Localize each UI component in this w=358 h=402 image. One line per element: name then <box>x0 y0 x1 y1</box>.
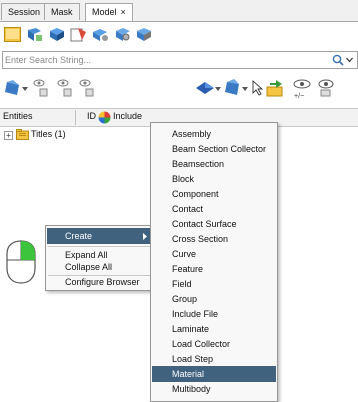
folder-icon[interactable] <box>4 27 21 42</box>
column-separator <box>75 110 76 125</box>
submenu-item-field[interactable]: Field <box>152 276 276 292</box>
submenu-item-feature[interactable]: Feature <box>152 261 276 277</box>
tree-item-titles[interactable]: + Titles (1) <box>4 128 154 142</box>
menu-item-expand-all[interactable]: Expand All <box>47 249 152 261</box>
create-submenu: Assembly Beam Section Collector Beamsect… <box>150 122 278 402</box>
show-hide-plus-minus-icon[interactable]: +/− <box>292 78 312 100</box>
view-icon[interactable] <box>317 78 335 98</box>
tab-session-label: Session <box>8 7 41 17</box>
submenu-item-curve[interactable]: Curve <box>152 246 276 262</box>
submenu-item-assembly[interactable]: Assembly <box>152 126 276 142</box>
close-icon[interactable]: × <box>121 7 126 17</box>
display-mode-icon[interactable] <box>224 79 241 96</box>
column-include[interactable]: Include <box>113 111 142 121</box>
mouse-hint-icon <box>6 240 36 284</box>
color-dropdown-icon[interactable] <box>215 87 221 92</box>
context-menu: Create Expand All Collapse All Configure… <box>45 225 154 291</box>
menu-item-create-label: Create <box>65 231 93 241</box>
submenu-item-multibody[interactable]: Multibody <box>152 381 276 397</box>
isolate-icon[interactable] <box>4 80 21 96</box>
search-bar <box>2 51 358 69</box>
expand-icon[interactable]: + <box>4 131 13 140</box>
column-entities[interactable]: Entities <box>3 111 33 121</box>
tab-bar: Session Mask Model × <box>0 0 358 22</box>
svg-text:+/−: +/− <box>294 93 304 100</box>
submenu-item-material[interactable]: Material <box>152 366 276 382</box>
component-view-icon[interactable] <box>26 27 43 42</box>
hide-icon[interactable] <box>57 78 73 98</box>
menu-separator <box>48 246 151 247</box>
submenu-item-contact[interactable]: Contact <box>152 201 276 217</box>
tab-mask-label: Mask <box>51 7 73 17</box>
submenu-arrow-icon <box>143 233 147 240</box>
search-icon[interactable] <box>332 54 344 66</box>
titles-folder-icon <box>16 129 29 140</box>
search-input[interactable] <box>5 53 305 67</box>
browser-toolbar <box>0 22 358 48</box>
submenu-item-group[interactable]: Group <box>152 291 276 307</box>
show-icon[interactable] <box>33 78 49 98</box>
assembly-view-icon[interactable] <box>48 27 65 42</box>
submenu-item-block[interactable]: Block <box>152 171 276 187</box>
display-dropdown-icon[interactable] <box>242 87 248 92</box>
solver-view-icon[interactable] <box>92 27 109 42</box>
entity-view-icon[interactable] <box>135 27 152 42</box>
export-icon[interactable] <box>266 79 286 97</box>
tab-mask[interactable]: Mask <box>44 3 80 20</box>
submenu-item-load-step[interactable]: Load Step <box>152 351 276 367</box>
reverse-icon[interactable] <box>79 78 95 98</box>
filter-toolbar: +/− <box>0 72 358 104</box>
submenu-item-laminate[interactable]: Laminate <box>152 321 276 337</box>
tree-item-label: Titles (1) <box>31 129 66 139</box>
submenu-item-cross-section[interactable]: Cross Section <box>152 231 276 247</box>
tab-model-label: Model <box>92 7 117 17</box>
parts-view-icon[interactable] <box>114 27 131 42</box>
cursor-icon[interactable] <box>252 80 264 96</box>
include-view-icon[interactable] <box>70 27 87 42</box>
dropdown-arrow-icon[interactable] <box>22 87 28 92</box>
menu-item-collapse-all[interactable]: Collapse All <box>47 261 152 273</box>
submenu-item-contact-surface[interactable]: Contact Surface <box>152 216 276 232</box>
menu-item-create[interactable]: Create <box>47 228 152 244</box>
chevron-down-icon[interactable] <box>346 57 353 63</box>
color-mode-icon[interactable] <box>196 82 214 94</box>
submenu-item-component[interactable]: Component <box>152 186 276 202</box>
submenu-item-beam-section-collector[interactable]: Beam Section Collector <box>152 141 276 157</box>
submenu-item-load-collector[interactable]: Load Collector <box>152 336 276 352</box>
column-id[interactable]: ID <box>87 111 96 121</box>
tab-session[interactable]: Session <box>1 3 48 20</box>
menu-item-configure-browser[interactable]: Configure Browser <box>47 276 152 289</box>
submenu-item-include-file[interactable]: Include File <box>152 306 276 322</box>
tab-model[interactable]: Model × <box>85 3 133 21</box>
color-wheel-icon <box>98 111 111 124</box>
submenu-item-beamsection[interactable]: Beamsection <box>152 156 276 172</box>
